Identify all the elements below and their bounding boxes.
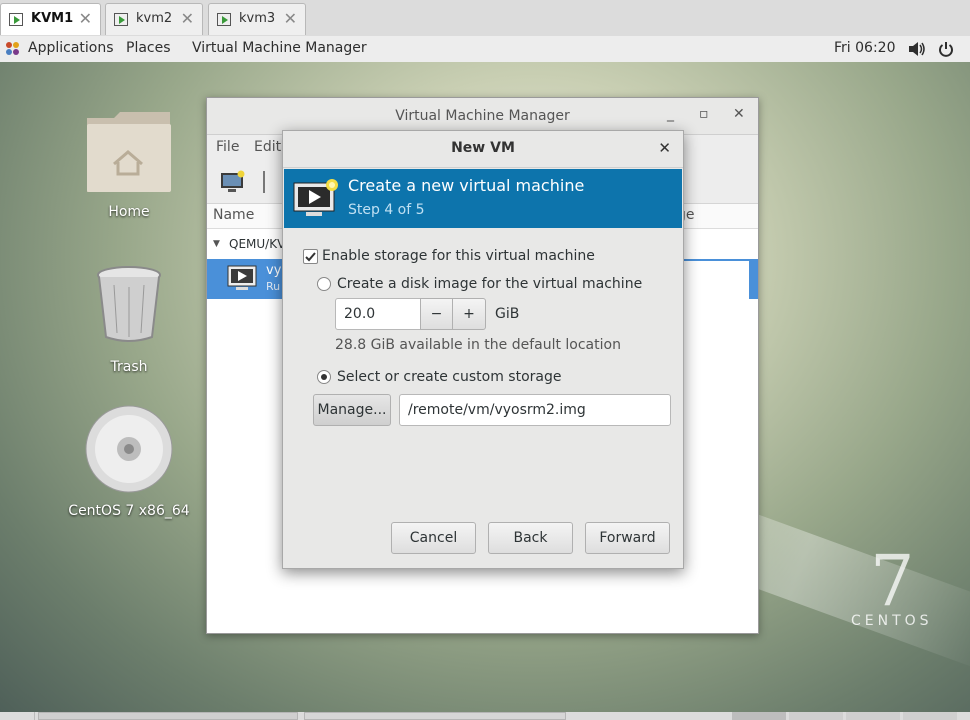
decrease-size-button[interactable]: −	[420, 298, 453, 330]
vm-name: vy	[266, 263, 282, 278]
minimize-icon[interactable]: _	[667, 106, 674, 122]
connection-label: QEMU/KV	[229, 237, 286, 251]
expander-icon[interactable]: ▼	[213, 239, 220, 249]
storage-path-input[interactable]: /remote/vm/vyosrm2.img	[399, 394, 671, 426]
new-vm-dialog: New VM ✕ Create a new virtual machine St…	[282, 130, 684, 569]
checkmark-icon	[305, 252, 316, 262]
close-icon[interactable]: ✕	[181, 9, 194, 28]
radio-dot	[321, 374, 327, 380]
desktop-icon-centos-disc[interactable]: CentOS 7 x86_64	[59, 405, 199, 519]
close-icon[interactable]: ✕	[284, 9, 297, 28]
new-vm-icon[interactable]	[220, 170, 246, 194]
custom-storage-label[interactable]: Select or create custom storage	[337, 369, 562, 385]
bottom-taskbar	[0, 712, 970, 720]
desktop-icon-trash[interactable]: Trash	[59, 265, 199, 375]
cancel-button[interactable]: Cancel	[391, 522, 476, 554]
tab-label: KVM1	[31, 11, 74, 26]
desktop-icon-label: Trash	[110, 359, 148, 375]
banner-step: Step 4 of 5	[348, 202, 425, 218]
manage-button[interactable]: Manage...	[313, 394, 391, 426]
close-icon[interactable]: ✕	[733, 106, 745, 122]
custom-storage-radio[interactable]	[317, 370, 331, 384]
back-button[interactable]: Back	[488, 522, 573, 554]
create-disk-label[interactable]: Create a disk image for the virtual mach…	[337, 276, 642, 292]
desktop-icon-home[interactable]: Home	[59, 110, 199, 220]
available-space-label: 28.8 GiB available in the default locati…	[335, 337, 621, 353]
show-desktop-button[interactable]	[0, 712, 35, 720]
increase-size-button[interactable]: +	[452, 298, 486, 330]
workspace-1[interactable]	[732, 712, 786, 720]
maximize-icon[interactable]: ▫	[699, 106, 709, 122]
disk-size-input[interactable]: 20.0	[335, 298, 421, 330]
taskbar-window-newvm[interactable]	[304, 712, 566, 720]
vm-icon	[114, 13, 128, 26]
desktop-icon-label: Home	[108, 204, 150, 220]
dialog-title: New VM	[451, 140, 515, 156]
workspace-3[interactable]	[846, 712, 900, 720]
vm-status: Ru	[266, 280, 281, 293]
dialog-titlebar: New VM ✕	[283, 131, 683, 168]
tab-label: kvm2	[136, 11, 173, 26]
tab-strip: KVM1 ✕ kvm2 ✕ kvm3 ✕	[0, 0, 970, 36]
create-disk-radio[interactable]	[317, 277, 331, 291]
vm-icon	[217, 13, 231, 26]
volume-icon[interactable]	[908, 41, 926, 57]
column-name[interactable]: Name	[213, 207, 254, 223]
vm-running-icon	[227, 265, 257, 290]
centos-brand-text: CENTOS	[851, 613, 933, 629]
taskbar-window-vmm[interactable]	[38, 712, 298, 720]
enable-storage-checkbox[interactable]	[303, 249, 318, 264]
workspace-4[interactable]	[903, 712, 957, 720]
new-vm-icon	[293, 179, 338, 216]
menu-edit[interactable]: Edit	[254, 139, 281, 155]
gnome-top-bar: Applications Places Virtual Machine Mana…	[0, 36, 970, 63]
power-icon[interactable]	[938, 41, 954, 57]
applications-menu[interactable]: Applications	[28, 40, 114, 56]
vmm-app-menu[interactable]: Virtual Machine Manager	[192, 40, 367, 56]
trash-icon	[97, 266, 161, 342]
cpu-usage-graph	[683, 261, 749, 299]
vmm-title: Virtual Machine Manager	[395, 108, 570, 124]
close-icon[interactable]: ✕	[79, 9, 92, 28]
close-icon[interactable]: ✕	[658, 139, 671, 157]
tab-kvm2[interactable]: kvm2 ✕	[105, 3, 203, 35]
vm-icon	[9, 13, 23, 26]
toolbar-icon-partial[interactable]	[263, 171, 273, 193]
tab-kvm3[interactable]: kvm3 ✕	[208, 3, 306, 35]
menu-file[interactable]: File	[216, 139, 239, 155]
banner-title: Create a new virtual machine	[348, 176, 585, 195]
folder-home-icon	[87, 112, 171, 192]
clock[interactable]: Fri 06:20	[834, 40, 895, 56]
wizard-banner: Create a new virtual machine Step 4 of 5	[284, 169, 682, 228]
size-unit-label: GiB	[495, 306, 520, 322]
centos-brand-number: 7	[870, 540, 915, 622]
disc-icon	[85, 405, 173, 493]
tab-kvm1[interactable]: KVM1 ✕	[0, 3, 101, 35]
places-menu[interactable]: Places	[126, 40, 171, 56]
applications-icon	[6, 42, 19, 55]
tab-label: kvm3	[239, 11, 276, 26]
enable-storage-label[interactable]: Enable storage for this virtual machine	[322, 248, 595, 264]
workspace-2[interactable]	[789, 712, 843, 720]
forward-button[interactable]: Forward	[585, 522, 670, 554]
desktop-icon-label: CentOS 7 x86_64	[68, 503, 190, 519]
